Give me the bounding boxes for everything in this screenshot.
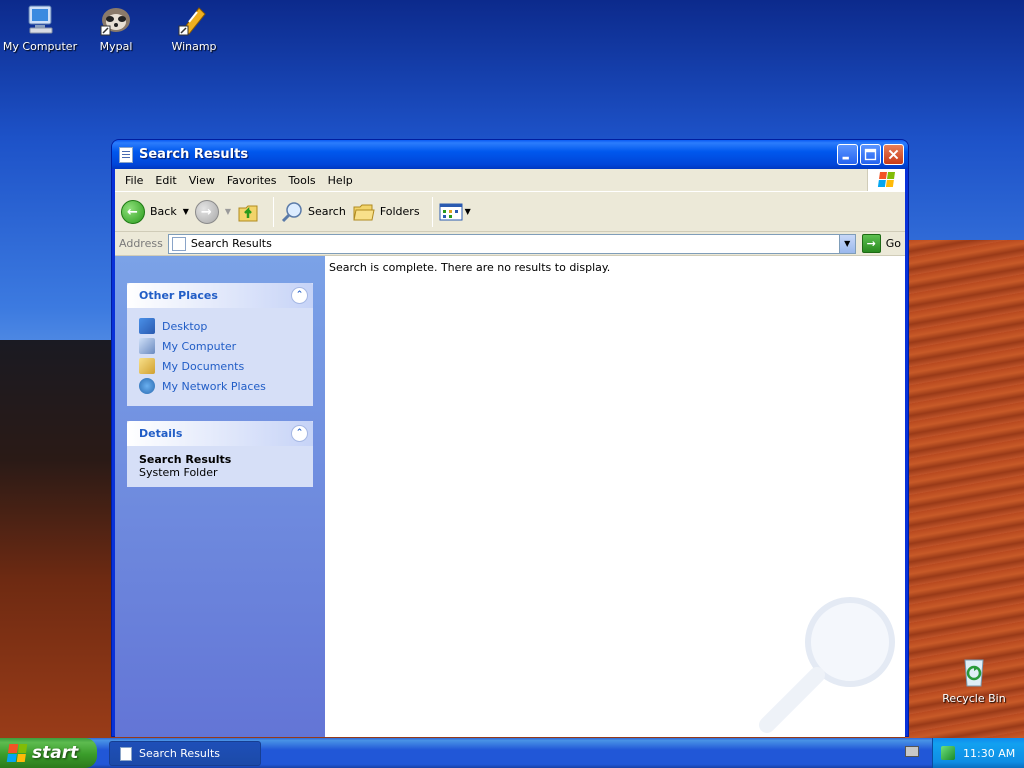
desktop-icon-label: Recycle Bin xyxy=(942,692,1006,705)
place-label: My Computer xyxy=(162,339,237,353)
recycle-bin-icon xyxy=(957,656,991,688)
up-folder-icon xyxy=(238,205,258,221)
back-label: Back xyxy=(150,205,177,218)
address-bar: Address Search Results ▼ → Go xyxy=(115,232,905,256)
details-title: Details xyxy=(139,427,183,440)
menu-file[interactable]: File xyxy=(119,174,149,187)
forward-button[interactable]: → ▼ xyxy=(194,199,231,224)
other-places-header[interactable]: Other Places ⌃ xyxy=(127,283,313,308)
taskbar-button-label: Search Results xyxy=(139,747,221,760)
taskbar-button-search-results[interactable]: Search Results xyxy=(109,741,261,766)
task-pane: Other Places ⌃ Desktop My Computer My Do… xyxy=(115,256,325,737)
menu-view[interactable]: View xyxy=(183,174,221,187)
toolbar-separator xyxy=(431,196,433,227)
back-dropdown-icon[interactable]: ▼ xyxy=(183,207,189,216)
wallpaper-left xyxy=(0,340,120,740)
search-results-icon xyxy=(171,236,186,251)
system-tray: 11:30 AM xyxy=(932,738,1024,768)
window-document-icon xyxy=(119,146,133,163)
menu-help[interactable]: Help xyxy=(322,174,359,187)
address-label: Address xyxy=(119,237,163,250)
menu-favorites[interactable]: Favorites xyxy=(221,174,283,187)
title-bar[interactable]: Search Results xyxy=(112,140,908,169)
desktop-icon-label: My Computer xyxy=(2,40,78,53)
documents-folder-icon xyxy=(139,358,155,374)
up-folder-button[interactable] xyxy=(237,200,261,224)
desktop-icon-my-computer[interactable]: My Computer xyxy=(0,4,80,53)
toolbar-separator xyxy=(273,196,275,227)
place-label: My Documents xyxy=(162,359,245,373)
place-label: Desktop xyxy=(162,319,208,333)
details-panel: Details ⌃ Search Results System Folder xyxy=(127,421,313,487)
close-icon xyxy=(888,149,899,160)
place-desktop[interactable]: Desktop xyxy=(139,316,301,336)
search-results-icon xyxy=(120,746,132,761)
window-body: Other Places ⌃ Desktop My Computer My Do… xyxy=(115,256,905,737)
search-button[interactable]: Search xyxy=(280,200,346,224)
standard-toolbar: ← Back ▼ → ▼ Search Folders ▼ xyxy=(115,191,905,232)
folders-icon xyxy=(353,204,375,220)
go-arrow-icon: → xyxy=(861,234,881,253)
address-dropdown-icon[interactable]: ▼ xyxy=(838,234,855,253)
back-button[interactable]: ← Back ▼ xyxy=(121,199,189,224)
taskbar: start Search Results 11:30 AM xyxy=(0,738,1024,768)
go-button[interactable]: → Go xyxy=(861,234,901,253)
forward-arrow-icon: → xyxy=(194,199,219,224)
folders-label: Folders xyxy=(379,205,420,218)
views-button[interactable]: ▼ xyxy=(439,202,471,222)
minimize-icon xyxy=(842,156,849,160)
back-arrow-icon: ← xyxy=(121,199,145,224)
desktop-icon-label: Winamp xyxy=(171,40,217,53)
address-field[interactable]: Search Results ▼ xyxy=(167,233,856,254)
results-pane[interactable]: Search is complete. There are no results… xyxy=(325,256,905,737)
place-my-documents[interactable]: My Documents xyxy=(139,356,301,376)
details-type: System Folder xyxy=(139,466,218,479)
address-value: Search Results xyxy=(190,237,272,250)
windows-logo-icon xyxy=(6,744,28,762)
search-results-window: Search Results File Edit View Favorites … xyxy=(111,139,909,737)
views-icon xyxy=(439,203,463,220)
place-my-computer[interactable]: My Computer xyxy=(139,336,301,356)
maximize-button[interactable] xyxy=(860,144,881,165)
forward-dropdown-icon[interactable]: ▼ xyxy=(225,207,231,216)
menu-tools[interactable]: Tools xyxy=(283,174,322,187)
maximize-icon xyxy=(864,148,877,161)
collapse-chevron-icon[interactable]: ⌃ xyxy=(291,287,308,304)
desktop-icon-winamp[interactable]: Winamp xyxy=(154,4,234,53)
place-my-network-places[interactable]: My Network Places xyxy=(139,376,301,396)
desktop-icon-mypal[interactable]: Mypal xyxy=(76,4,156,53)
details-name: Search Results xyxy=(139,453,232,466)
desktop-icon-label: Mypal xyxy=(99,40,133,53)
menu-bar: File Edit View Favorites Tools Help xyxy=(115,169,905,191)
computer-icon xyxy=(139,338,155,354)
magnifier-watermark-icon xyxy=(759,597,895,733)
computer-icon xyxy=(23,4,57,36)
details-header[interactable]: Details ⌃ xyxy=(127,421,313,446)
views-dropdown-icon: ▼ xyxy=(464,207,471,216)
window-title: Search Results xyxy=(139,147,249,162)
other-places-title: Other Places xyxy=(139,289,218,302)
collapse-chevron-icon[interactable]: ⌃ xyxy=(291,425,308,442)
start-label: start xyxy=(32,743,79,763)
folders-button[interactable]: Folders xyxy=(352,200,420,224)
network-tray-icon[interactable] xyxy=(941,746,955,760)
clock[interactable]: 11:30 AM xyxy=(963,747,1015,760)
winamp-icon xyxy=(177,4,211,36)
go-label: Go xyxy=(885,237,901,250)
windows-flag-icon xyxy=(867,169,905,191)
search-icon xyxy=(281,201,302,222)
keyboard-icon[interactable] xyxy=(905,746,919,757)
mypal-icon xyxy=(99,4,133,36)
other-places-panel: Other Places ⌃ Desktop My Computer My Do… xyxy=(127,283,313,406)
place-label: My Network Places xyxy=(162,379,266,393)
network-globe-icon xyxy=(139,378,155,394)
close-button[interactable] xyxy=(883,144,904,165)
minimize-button[interactable] xyxy=(837,144,858,165)
search-label: Search xyxy=(308,205,346,218)
results-message: Search is complete. There are no results… xyxy=(329,261,611,274)
desktop-icon-recycle-bin[interactable]: Recycle Bin xyxy=(934,656,1014,705)
start-button[interactable]: start xyxy=(0,738,97,768)
desktop-icon xyxy=(139,318,155,334)
menu-edit[interactable]: Edit xyxy=(149,174,182,187)
